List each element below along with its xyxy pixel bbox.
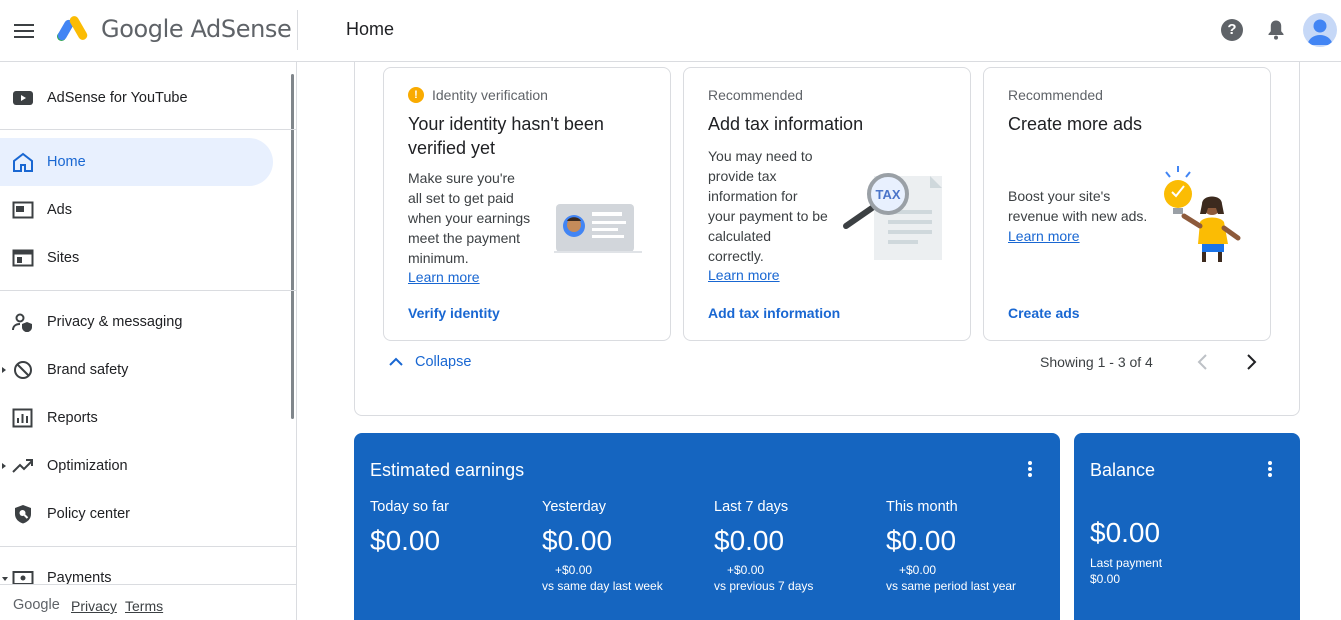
balance-value: $0.00: [1090, 517, 1161, 548]
warning-icon: !: [408, 87, 424, 103]
sidebar-item-label: Privacy & messaging: [47, 314, 183, 330]
sidebar-item-label: Reports: [47, 410, 98, 426]
balance-card: Balance $0.00 Last payment $0.00: [1074, 433, 1300, 620]
trending-icon: [12, 459, 33, 473]
app-name: Google AdSense: [101, 15, 292, 43]
tax-badge: TAX: [875, 187, 900, 202]
youtube-icon: [13, 91, 33, 105]
shield-icon: [15, 505, 31, 524]
add-tax-information-button[interactable]: Add tax information: [708, 305, 840, 321]
card-body: You may need to provide tax information …: [708, 148, 828, 264]
more-vert-icon[interactable]: [1268, 461, 1272, 477]
person-lightbulb-illustration: [1164, 166, 1241, 262]
chevron-left-icon[interactable]: [1191, 350, 1215, 374]
header-divider: [297, 10, 298, 50]
sidebar-divider: [0, 129, 296, 130]
sidebar-item-policy-center[interactable]: Policy center: [0, 490, 273, 538]
chevron-right-icon[interactable]: [1239, 350, 1263, 374]
sidebar-divider: [0, 546, 296, 547]
learn-more-link[interactable]: Learn more: [1008, 228, 1080, 244]
chevron-up-icon: [389, 357, 403, 366]
last-payment-value: $0.00: [1090, 572, 1121, 586]
card-title: Your identity hasn't been verified yet: [408, 114, 604, 158]
sidebar-item-sites[interactable]: Sites: [0, 234, 273, 282]
tax-document-illustration: TAX: [843, 173, 942, 260]
sidebar-item-label: AdSense for YouTube: [47, 90, 188, 106]
menu-icon[interactable]: [12, 19, 36, 43]
collapse-button[interactable]: Collapse: [387, 350, 471, 374]
sidebar-item-adsense-for-youtube[interactable]: AdSense for YouTube: [0, 74, 273, 122]
page-title: Home: [346, 19, 395, 39]
metric-last-7-days: Last 7 days $0.00 +$0.00 vs previous 7 d…: [714, 499, 814, 593]
learn-more-link[interactable]: Learn more: [708, 267, 780, 283]
sidebar-item-brand-safety[interactable]: Brand safety: [0, 346, 273, 394]
footer-google: Google: [13, 597, 60, 613]
pagination-status: Showing 1 - 3 of 4: [1040, 354, 1153, 370]
privacy-icon: [12, 313, 32, 332]
create-ads-card: Recommended Create more ads Boost your s…: [983, 67, 1271, 341]
home-icon: [13, 152, 33, 172]
verify-identity-button[interactable]: Verify identity: [408, 305, 500, 321]
card-kicker: Recommended: [1008, 87, 1103, 103]
id-card-illustration: [554, 204, 642, 253]
expand-arrow-icon[interactable]: [2, 463, 6, 469]
card-title: Estimated earnings: [370, 460, 525, 480]
expand-arrow-icon[interactable]: [2, 367, 6, 373]
adsense-logo[interactable]: [55, 13, 91, 45]
expand-arrow-icon[interactable]: [2, 577, 8, 581]
tax-information-card: Recommended Add tax information You may …: [683, 67, 971, 341]
collapse-label: Collapse: [415, 354, 472, 370]
card-kicker: Identity verification: [432, 87, 548, 103]
card-kicker: Recommended: [708, 87, 803, 103]
sidebar-item-privacy-messaging[interactable]: Privacy & messaging: [0, 298, 273, 346]
footer-privacy-link[interactable]: Privacy: [71, 598, 117, 614]
card-body: Boost your site's revenue with new ads.: [1008, 188, 1148, 224]
metric-this-month: This month $0.00 +$0.00 vs same period l…: [886, 499, 1017, 593]
metric-yesterday: Yesterday $0.00 +$0.00 vs same day last …: [542, 499, 663, 593]
sites-icon: [12, 249, 34, 267]
account-avatar[interactable]: [1303, 13, 1337, 47]
identity-verification-card: ! Identity verification Your identity ha…: [383, 67, 671, 341]
metric-today: Today so far $0.00: [370, 499, 449, 556]
card-body: Make sure you're all set to get paid whe…: [408, 170, 531, 266]
card-title: Add tax information: [708, 114, 864, 134]
estimated-earnings-card: Estimated earnings Today so far $0.00 Ye…: [354, 433, 1060, 620]
learn-more-link[interactable]: Learn more: [408, 269, 480, 285]
more-vert-icon[interactable]: [1028, 461, 1032, 477]
last-payment-label: Last payment: [1090, 556, 1163, 570]
help-icon[interactable]: ?: [1221, 19, 1243, 41]
reports-icon: [12, 408, 33, 428]
sidebar-item-optimization[interactable]: Optimization: [0, 442, 273, 490]
ads-icon: [12, 201, 34, 219]
sidebar-item-reports[interactable]: Reports: [0, 394, 273, 442]
sidebar: AdSense for YouTube Home Ads Sites Priva…: [0, 62, 297, 620]
sidebar-item-home[interactable]: Home: [0, 138, 273, 186]
sidebar-item-label: Sites: [47, 250, 80, 266]
create-ads-button[interactable]: Create ads: [1008, 305, 1080, 321]
block-icon: [14, 361, 32, 379]
sidebar-divider: [0, 290, 296, 291]
recommendations-panel: ! Identity verification Your identity ha…: [354, 62, 1300, 416]
sidebar-item-label: Home: [47, 154, 86, 170]
sidebar-scrollbar[interactable]: [291, 74, 294, 419]
sidebar-item-label: Brand safety: [47, 362, 129, 378]
top-app-bar: Google AdSense Home ?: [0, 0, 1341, 62]
main-content: ! Identity verification Your identity ha…: [298, 62, 1341, 620]
bell-icon[interactable]: [1266, 19, 1286, 41]
sidebar-item-label: Ads: [47, 202, 72, 218]
sidebar-item-label: Optimization: [47, 458, 128, 474]
sidebar-item-ads[interactable]: Ads: [0, 186, 273, 234]
card-title: Create more ads: [1008, 114, 1143, 134]
sidebar-item-label: Policy center: [47, 506, 131, 522]
sidebar-footer: Google Privacy Terms: [0, 584, 296, 620]
card-title: Balance: [1090, 460, 1156, 480]
footer-terms-link[interactable]: Terms: [125, 598, 163, 614]
